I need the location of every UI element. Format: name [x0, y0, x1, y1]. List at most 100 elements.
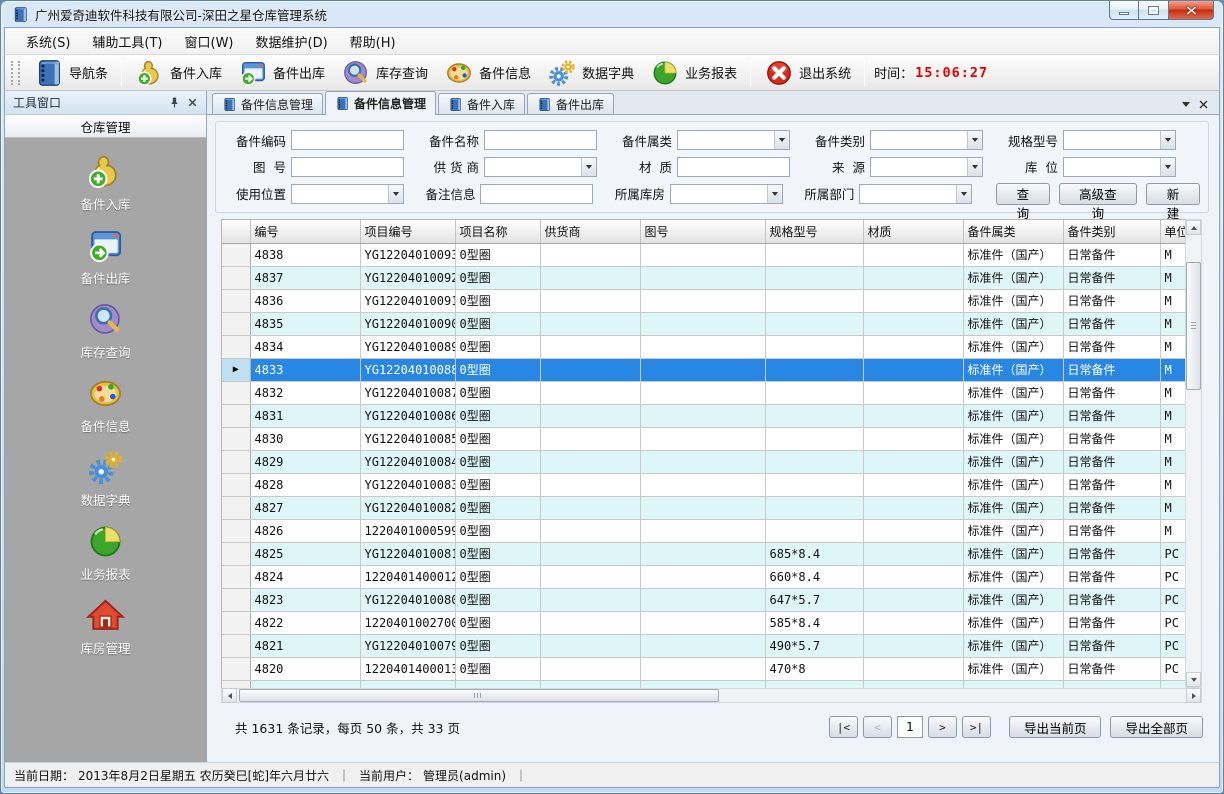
row-selector[interactable] — [222, 496, 250, 519]
sidebar-group-header[interactable]: 仓库管理 — [5, 115, 206, 138]
toolbar-data-dict[interactable]: 数据字典 — [539, 56, 642, 90]
column-header[interactable]: 规格型号 — [765, 220, 863, 243]
row-selector[interactable] — [222, 473, 250, 496]
close-window-button[interactable] — [1168, 1, 1214, 20]
table-row[interactable]: 4823YG122040100800型圈647*5.7标准件（国产）日常备件PC — [222, 588, 1185, 611]
toolbar-part-inbound[interactable]: 备件入库 — [127, 56, 230, 90]
sidebar-item-warehouse-mgmt[interactable]: 库房管理 — [46, 596, 166, 657]
column-header[interactable]: 图号 — [640, 220, 765, 243]
field-input-department[interactable] — [859, 184, 972, 204]
table-row[interactable]: 4831YG122040100860型圈标准件（国产）日常备件M — [222, 404, 1185, 427]
table-row[interactable]: 482612204010005990型圈标准件（国产）日常备件M — [222, 519, 1185, 542]
sidebar-item-stock-query[interactable]: 库存查询 — [46, 300, 166, 361]
table-row[interactable]: 4832YG122040100870型圈标准件（国产）日常备件M — [222, 381, 1185, 404]
field-input-remark[interactable] — [480, 184, 593, 204]
combo-dropdown-button[interactable] — [388, 185, 403, 203]
menu-item-system[interactable]: 系统(S) — [15, 28, 81, 55]
scroll-right-button[interactable] — [1186, 688, 1201, 703]
horizontal-scrollbar-thumb[interactable] — [239, 689, 719, 702]
toolbar-grip[interactable] — [11, 61, 15, 85]
row-selector[interactable] — [222, 289, 250, 312]
field-input-figure-no[interactable] — [291, 157, 404, 177]
field-input-part-name[interactable] — [484, 130, 597, 150]
last-page-button[interactable]: >| — [962, 716, 991, 738]
row-selector[interactable] — [222, 611, 250, 634]
menu-item-aux-tools[interactable]: 辅助工具(T) — [81, 28, 173, 55]
toolbar-part-info[interactable]: 备件信息 — [436, 56, 539, 90]
button-export-current-page[interactable]: 导出当前页 — [1009, 716, 1102, 738]
combo-dropdown-button[interactable] — [967, 158, 982, 176]
next-page-button[interactable]: > — [928, 716, 957, 738]
toolbar-part-outbound[interactable]: 备件出库 — [230, 56, 333, 90]
column-header[interactable]: 材质 — [863, 220, 963, 243]
table-row[interactable]: 482412204014000120型圈660*8.4标准件（国产）日常备件PC — [222, 565, 1185, 588]
combo-dropdown-button[interactable] — [767, 185, 782, 203]
scroll-up-button[interactable] — [1186, 220, 1201, 235]
tab-part-inbound[interactable]: 备件入库 — [438, 93, 525, 114]
table-row[interactable]: 4821YG122040100790型圈490*5.7标准件（国产）日常备件PC — [222, 634, 1185, 657]
title-bar[interactable]: 广州爱奇迪软件科技有限公司-深田之星仓库管理系统 — [4, 1, 1220, 27]
field-input-part-code[interactable] — [291, 130, 404, 150]
toolbar-exit-system[interactable]: 退出系统 — [756, 56, 859, 90]
sidebar-item-part-info[interactable]: 备件信息 — [46, 374, 166, 435]
sidebar-close-button[interactable] — [183, 94, 201, 111]
row-selector[interactable] — [222, 312, 250, 335]
combo-dropdown-button[interactable] — [956, 185, 971, 203]
combo-dropdown-button[interactable] — [581, 158, 596, 176]
tab-part-info-mgmt-2[interactable]: 备件信息管理 — [325, 91, 436, 115]
pin-button[interactable] — [165, 94, 183, 111]
column-header[interactable]: 编号 — [250, 220, 360, 243]
row-selector[interactable] — [222, 404, 250, 427]
column-header[interactable]: 项目名称 — [455, 220, 540, 243]
combo-dropdown-button[interactable] — [1160, 158, 1175, 176]
row-selector[interactable] — [222, 519, 250, 542]
combo-dropdown-button[interactable] — [774, 131, 789, 149]
table-row[interactable]: 482012204014000130型圈470*8标准件（国产）日常备件PC — [222, 657, 1185, 680]
row-selector[interactable] — [222, 634, 250, 657]
tab-part-outbound[interactable]: 备件出库 — [527, 93, 614, 114]
field-input-spec-model[interactable] — [1063, 130, 1176, 150]
field-input-stock-location[interactable] — [1063, 157, 1176, 177]
column-header[interactable]: 备件属类 — [963, 220, 1063, 243]
column-header[interactable]: 备件类别 — [1063, 220, 1160, 243]
toolbar-grip2[interactable] — [18, 61, 22, 85]
table-row[interactable]: 482212204010027000型圈585*8.4标准件（国产）日常备件PC — [222, 611, 1185, 634]
maximize-button[interactable] — [1139, 1, 1168, 20]
scroll-down-button[interactable] — [1186, 672, 1201, 687]
table-row[interactable]: 4837YG122040100920型圈标准件（国产）日常备件M — [222, 266, 1185, 289]
combo-dropdown-button[interactable] — [967, 131, 982, 149]
table-row[interactable]: 4834YG122040100890型圈标准件（国产）日常备件M — [222, 335, 1185, 358]
combo-dropdown-button[interactable] — [1160, 131, 1175, 149]
field-input-part-category[interactable] — [677, 130, 790, 150]
row-selector[interactable]: ▶ — [222, 358, 250, 381]
field-input-warehouse[interactable] — [670, 184, 783, 204]
table-row[interactable]: 4836YG122040100910型圈标准件（国产）日常备件M — [222, 289, 1185, 312]
table-row[interactable]: 4828YG122040100830型圈标准件（国产）日常备件M — [222, 473, 1185, 496]
tab-close-icon[interactable] — [1198, 99, 1209, 110]
sidebar-item-part-inbound[interactable]: 备件入库 — [46, 152, 166, 213]
menu-item-data-maintain[interactable]: 数据维护(D) — [245, 28, 339, 55]
table-row[interactable]: ▶4833YG122040100880型圈标准件（国产）日常备件M — [222, 358, 1185, 381]
table-row[interactable]: 4829YG122040100840型圈标准件（国产）日常备件M — [222, 450, 1185, 473]
field-input-supplier[interactable] — [484, 157, 597, 177]
horizontal-scrollbar[interactable] — [221, 688, 1202, 703]
sidebar-item-part-outbound[interactable]: 备件出库 — [46, 226, 166, 287]
column-header[interactable]: 单位 — [1160, 220, 1185, 243]
table-row[interactable]: 4838YG122040100930型圈标准件（国产）日常备件M — [222, 243, 1185, 266]
table-row[interactable]: 4830YG122040100850型圈标准件（国产）日常备件M — [222, 427, 1185, 450]
vertical-scrollbar-thumb[interactable] — [1186, 262, 1201, 390]
table-row[interactable]: 4835YG122040100900型圈标准件（国产）日常备件M — [222, 312, 1185, 335]
row-selector[interactable] — [222, 243, 250, 266]
page-number-input[interactable] — [897, 716, 923, 738]
field-input-use-position[interactable] — [291, 184, 404, 204]
toolbar-nav-bar[interactable]: 导航条 — [26, 56, 116, 90]
button-advanced-query[interactable]: 高级查询 — [1059, 183, 1137, 205]
row-selector[interactable] — [222, 565, 250, 588]
field-input-material[interactable] — [677, 157, 790, 177]
vertical-scrollbar[interactable] — [1185, 219, 1202, 688]
row-selector[interactable] — [222, 657, 250, 680]
column-header[interactable]: 项目编号 — [360, 220, 455, 243]
scroll-left-button[interactable] — [222, 688, 237, 703]
table-row[interactable]: 4825YG122040100810型圈685*8.4标准件（国产）日常备件PC — [222, 542, 1185, 565]
menu-item-help[interactable]: 帮助(H) — [339, 28, 407, 55]
